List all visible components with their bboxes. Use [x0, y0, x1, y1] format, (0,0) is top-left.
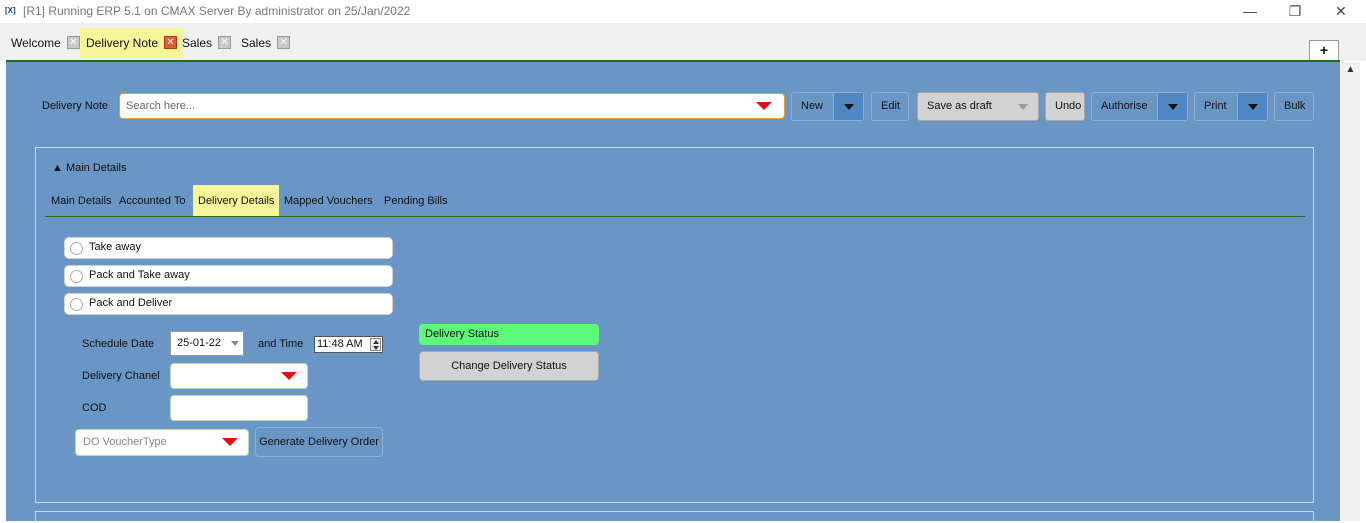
scroll-up-icon[interactable]: ▲: [1341, 64, 1360, 80]
delivery-status-indicator: Delivery Status: [419, 324, 599, 345]
subtab-main-details[interactable]: Main Details: [46, 185, 117, 217]
window-title: [R1] Running ERP 5.1 on CMAX Server By a…: [23, 4, 411, 18]
option-take-away[interactable]: Take away: [64, 237, 393, 259]
next-section: [35, 511, 1314, 523]
tab-sales[interactable]: Sales ✕: [176, 28, 237, 58]
tab-label: Welcome: [11, 36, 61, 50]
time-spin-buttons[interactable]: [370, 338, 381, 351]
new-dropdown-toggle[interactable]: [833, 93, 863, 120]
tab-label: Sales: [241, 36, 272, 50]
subtab-mapped-vouchers[interactable]: Mapped Vouchers: [279, 185, 378, 217]
chevron-down-icon: [1168, 104, 1178, 110]
do-voucher-type-placeholder: DO VoucherType: [83, 436, 167, 448]
tab-delivery-note[interactable]: Delivery Note ✕: [80, 28, 184, 58]
window-edge: [1360, 62, 1366, 521]
new-button[interactable]: New: [791, 92, 864, 121]
tab-label: Sales: [182, 36, 213, 50]
new-button-label: New: [801, 100, 824, 112]
calendar-dropdown-icon[interactable]: [231, 341, 239, 346]
schedule-time-value: 11:48 AM: [317, 338, 363, 350]
tab-label: Delivery Note: [86, 36, 159, 50]
option-label: Pack and Deliver: [89, 297, 173, 309]
radio-button[interactable]: [70, 270, 83, 283]
tab-close-icon[interactable]: ✕: [66, 36, 80, 50]
spin-up-icon[interactable]: [373, 340, 379, 344]
delivery-channel-select[interactable]: [170, 363, 308, 389]
tab-welcome[interactable]: Welcome ✕: [5, 28, 86, 58]
change-delivery-status-button[interactable]: Change Delivery Status: [419, 351, 599, 381]
vertical-scrollbar[interactable]: ▲: [1341, 62, 1360, 521]
close-icon[interactable]: ✕: [1326, 2, 1356, 20]
spin-down-icon[interactable]: [373, 346, 379, 350]
section-collapse-toggle[interactable]: ▲ Main Details: [52, 162, 126, 174]
search-dropdown-icon[interactable]: [756, 102, 772, 110]
print-button-label: Print: [1204, 100, 1227, 112]
add-tab-button[interactable]: +: [1309, 40, 1339, 61]
document-tab-strip: Welcome ✕ Delivery Note ✕ Sales ✕ Sales ✕: [0, 23, 1366, 61]
delivery-channel-label: Delivery Chanel: [82, 370, 160, 382]
radio-button[interactable]: [70, 298, 83, 311]
subtab-accounted-to[interactable]: Accounted To: [114, 185, 190, 217]
option-label: Take away: [89, 241, 141, 253]
save-button-label: Save as draft: [927, 100, 992, 112]
dropdown-arrow-icon[interactable]: [222, 438, 238, 446]
restore-icon[interactable]: ❐: [1280, 2, 1310, 20]
cod-label: COD: [82, 402, 107, 414]
dropdown-arrow-icon[interactable]: [281, 372, 297, 380]
print-dropdown-toggle[interactable]: [1237, 93, 1267, 120]
tab-sales-2[interactable]: Sales ✕: [235, 28, 296, 58]
generate-delivery-order-button[interactable]: Generate Delivery Order: [255, 427, 383, 457]
authorise-button[interactable]: Authorise: [1091, 92, 1188, 121]
search-box[interactable]: [119, 93, 785, 119]
option-label: Pack and Take away: [89, 269, 190, 281]
module-label: Delivery Note: [42, 100, 109, 112]
schedule-date-value: 25-01-22: [177, 337, 222, 349]
search-input[interactable]: [126, 95, 746, 117]
tab-close-icon[interactable]: ✕: [277, 36, 291, 50]
authorise-dropdown-toggle[interactable]: [1157, 93, 1187, 120]
option-pack-and-deliver[interactable]: Pack and Deliver: [64, 293, 393, 315]
bulk-button[interactable]: Bulk: [1274, 92, 1314, 121]
edit-button[interactable]: Edit: [871, 92, 909, 121]
subtab-pending-bills[interactable]: Pending Bills: [379, 185, 453, 217]
do-voucher-type-select[interactable]: DO VoucherType: [75, 429, 249, 456]
app-logo-icon: [X]: [5, 6, 16, 15]
schedule-time-spinner[interactable]: 11:48 AM: [314, 336, 383, 353]
time-label: and Time: [258, 338, 304, 350]
undo-button[interactable]: Undo: [1045, 92, 1085, 121]
chevron-down-icon: [844, 104, 854, 110]
schedule-date-label: Schedule Date: [82, 338, 155, 350]
subtab-delivery-details[interactable]: Delivery Details: [193, 185, 280, 217]
schedule-date-picker[interactable]: 25-01-22: [170, 331, 244, 356]
authorise-button-label: Authorise: [1101, 100, 1148, 112]
minimize-icon[interactable]: —: [1235, 2, 1265, 20]
save-as-draft-button[interactable]: Save as draft: [917, 92, 1039, 121]
chevron-down-icon: [1248, 104, 1258, 110]
tab-close-icon[interactable]: ✕: [218, 36, 232, 50]
print-button[interactable]: Print: [1194, 92, 1268, 121]
option-pack-and-take-away[interactable]: Pack and Take away: [64, 265, 393, 287]
cod-input[interactable]: [170, 395, 308, 421]
window-titlebar: [X] [R1] Running ERP 5.1 on CMAX Server …: [0, 0, 1366, 23]
subtab-divider: [45, 216, 1305, 217]
radio-button[interactable]: [70, 242, 83, 255]
chevron-down-icon[interactable]: [1018, 104, 1028, 110]
